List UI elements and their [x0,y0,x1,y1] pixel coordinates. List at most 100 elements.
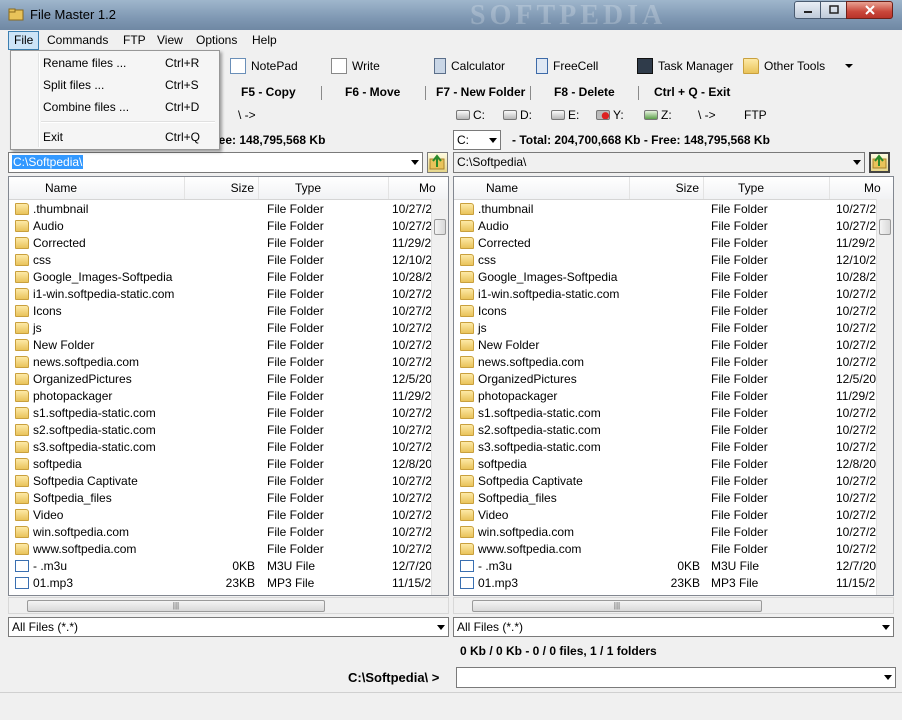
table-row[interactable]: s3.softpedia-static.com File Folder 10/27/… [9,439,432,456]
table-row[interactable]: Icons File Folder 10/27/2 [9,303,432,320]
table-row[interactable]: Corrected File Folder 11/29/2 [9,235,431,252]
close-button[interactable] [846,1,893,19]
right-drive-select[interactable]: C: [453,130,501,150]
table-row[interactable]: news.softpedia.com File Folder 10/27/2 [454,354,876,371]
drive-y[interactable]: Y: [596,108,624,122]
right-up-folder-button[interactable] [869,152,890,173]
right-horizontal-scrollbar[interactable]: ||| [453,597,894,614]
other-tools-button[interactable]: Other Tools [743,55,854,77]
menu-item-combine-files[interactable]: Combine files ... Ctrl+D [13,97,217,117]
table-row[interactable]: 01.mp3 23KB MP3 File 11/15/2 [9,575,431,592]
menu-ftp[interactable]: FTP [118,31,151,49]
table-row[interactable]: - .m3u 0KB M3U File 12/7/20 [9,558,432,575]
drive-ftp[interactable]: FTP [744,108,767,122]
command-line-input[interactable] [456,667,896,688]
column-modified[interactable]: Mo [830,177,893,199]
left-path-input[interactable]: C:\Softpedia\ [8,152,423,173]
column-modified[interactable]: Mo [389,177,448,199]
table-row[interactable]: .thumbnail File Folder 10/27/2 [9,201,432,218]
table-row[interactable]: Video File Folder 10/27/2 [9,507,432,524]
table-row[interactable]: Google_Images-Softpedia File Folder 10/28/… [9,269,432,286]
drive-e[interactable]: E: [551,108,579,122]
table-row[interactable]: js File Folder 10/27/2 [9,320,432,337]
chevron-down-icon[interactable] [884,675,892,680]
column-size[interactable]: Size [185,177,259,199]
table-row[interactable]: Google_Images-Softpedia File Folder 10/28/… [454,269,876,286]
table-row[interactable]: photopackager File Folder 11/29/2 [9,388,431,405]
left-up-folder-button[interactable] [427,152,448,173]
new-folder-button[interactable]: F7 - New Folder [436,85,525,99]
minimize-button[interactable] [794,1,821,19]
table-row[interactable]: i1-win.softpedia-static.com File Folder 10… [9,286,432,303]
table-row[interactable]: Softpedia Captivate File Folder 10/27/2 [9,473,432,490]
table-row[interactable]: OrganizedPictures File Folder 12/5/20 [9,371,432,388]
scroll-thumb[interactable]: ||| [472,600,762,612]
table-row[interactable]: New Folder File Folder 10/27/2 [454,337,876,354]
drive-z[interactable]: Z: [644,108,672,122]
column-name[interactable]: Name [9,177,185,199]
task-manager-button[interactable]: Task Manager [637,55,733,77]
menu-commands[interactable]: Commands [42,31,113,49]
notepad-button[interactable]: NotePad [230,55,298,77]
left-drive-parent[interactable]: \ -> [238,108,256,122]
write-button[interactable]: Write [331,55,380,77]
table-row[interactable]: photopackager File Folder 11/29/2 [454,388,876,405]
left-file-list[interactable]: Name Size Type Mo .thumbnail File Folder 1… [8,176,449,596]
scroll-thumb[interactable] [879,219,891,235]
menu-options[interactable]: Options [191,31,242,49]
table-row[interactable]: .thumbnail File Folder 10/27/2 [454,201,876,218]
calculator-button[interactable]: Calculator [434,55,505,77]
table-row[interactable]: - .m3u 0KB M3U File 12/7/20 [454,558,876,575]
table-row[interactable]: news.softpedia.com File Folder 10/27/2 [9,354,432,371]
maximize-button[interactable] [820,1,847,19]
menu-item-split-files[interactable]: Split files ... Ctrl+S [13,75,217,95]
vertical-scrollbar[interactable] [876,199,893,595]
menu-item-exit[interactable]: Exit Ctrl+Q [13,127,217,147]
table-row[interactable]: css File Folder 12/10/2 [9,252,432,269]
table-row[interactable]: New Folder File Folder 10/27/2 [9,337,432,354]
column-type[interactable]: Type [259,177,389,199]
table-row[interactable]: softpedia File Folder 12/8/20 [9,456,432,473]
table-row[interactable]: win.softpedia.com File Folder 10/27/2 [454,524,876,541]
table-row[interactable]: Video File Folder 10/27/2 [454,507,876,524]
scroll-thumb[interactable] [434,219,446,235]
table-row[interactable]: win.softpedia.com File Folder 10/27/2 [9,524,432,541]
table-row[interactable]: softpedia File Folder 12/8/20 [454,456,876,473]
table-row[interactable]: Softpedia_files File Folder 10/27/2 [454,490,876,507]
drive-parent[interactable]: \ -> [698,108,716,122]
left-horizontal-scrollbar[interactable]: ||| [8,597,449,614]
table-row[interactable]: Icons File Folder 10/27/2 [454,303,876,320]
table-row[interactable]: s2.softpedia-static.com File Folder 10/27/… [454,422,876,439]
table-row[interactable]: Corrected File Folder 11/29/2 [454,235,876,252]
chevron-down-icon[interactable] [853,160,861,165]
menu-item-rename-files[interactable]: Rename files ... Ctrl+R [13,53,217,73]
column-type[interactable]: Type [704,177,830,199]
table-row[interactable]: s2.softpedia-static.com File Folder 10/27/… [9,422,432,439]
table-row[interactable]: s1.softpedia-static.com File Folder 10/27/… [454,405,876,422]
scroll-thumb[interactable]: ||| [27,600,325,612]
column-name[interactable]: Name [454,177,630,199]
right-file-filter[interactable]: All Files (*.*) [453,617,894,637]
menu-file[interactable]: File [8,31,40,50]
drive-d[interactable]: D: [503,108,532,122]
right-path-input[interactable]: C:\Softpedia\ [453,152,865,173]
table-row[interactable]: Audio File Folder 10/27/2 [454,218,876,235]
table-row[interactable]: js File Folder 10/27/2 [454,320,876,337]
table-row[interactable]: i1-win.softpedia-static.com File Folder 10… [454,286,876,303]
table-row[interactable]: www.softpedia.com File Folder 10/27/2 [9,541,432,558]
table-row[interactable]: Softpedia_files File Folder 10/27/2 [9,490,432,507]
table-row[interactable]: css File Folder 12/10/2 [454,252,876,269]
table-row[interactable]: 01.mp3 23KB MP3 File 11/15/2 [454,575,876,592]
exit-button[interactable]: Ctrl + Q - Exit [654,85,730,99]
table-row[interactable]: s3.softpedia-static.com File Folder 10/27/… [454,439,876,456]
table-row[interactable]: s1.softpedia-static.com File Folder 10/27/… [9,405,432,422]
chevron-down-icon[interactable] [411,160,419,165]
table-row[interactable]: Audio File Folder 10/27/2 [9,218,432,235]
move-button[interactable]: F6 - Move [345,85,400,99]
table-row[interactable]: www.softpedia.com File Folder 10/27/2 [454,541,876,558]
column-size[interactable]: Size [630,177,704,199]
menu-view[interactable]: View [152,31,188,49]
copy-button[interactable]: F5 - Copy [241,85,296,99]
table-row[interactable]: OrganizedPictures File Folder 12/5/20 [454,371,876,388]
vertical-scrollbar[interactable] [431,199,448,595]
